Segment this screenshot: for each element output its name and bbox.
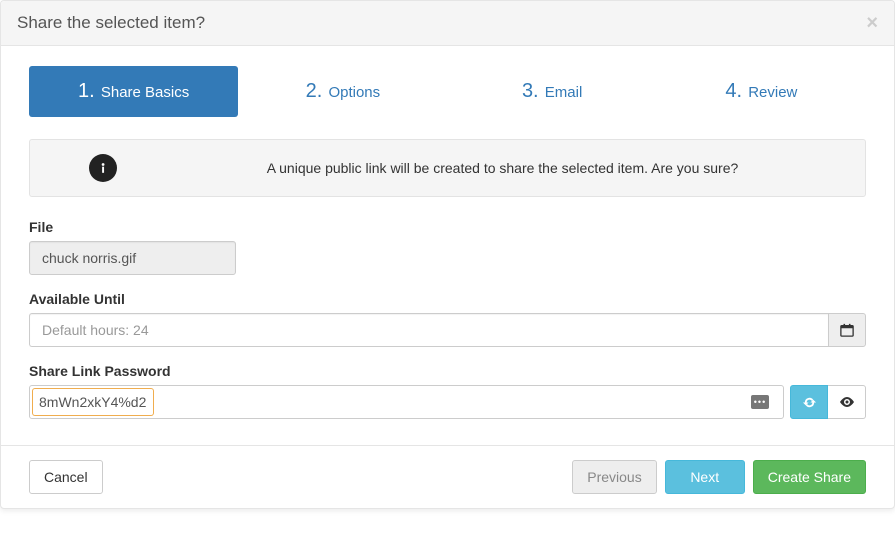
step-label: Review — [748, 84, 797, 101]
create-share-button[interactable]: Create Share — [753, 460, 866, 494]
step-number: 3. — [522, 80, 539, 102]
info-banner: A unique public link will be created to … — [29, 139, 866, 197]
password-strength-icon[interactable]: ••• — [751, 395, 769, 409]
file-label: File — [29, 219, 866, 235]
regenerate-password-icon[interactable] — [790, 385, 828, 419]
show-password-icon[interactable] — [828, 385, 866, 419]
calendar-icon[interactable] — [828, 313, 866, 347]
cancel-button[interactable]: Cancel — [29, 460, 103, 494]
file-input — [29, 241, 236, 275]
step-number: 2. — [306, 80, 323, 102]
info-icon — [48, 154, 158, 182]
step-options[interactable]: 2. Options — [238, 66, 447, 117]
step-share-basics[interactable]: 1. Share Basics — [29, 66, 238, 117]
available-until-label: Available Until — [29, 291, 866, 307]
dialog-body: 1. Share Basics 2. Options 3. Email 4. R… — [1, 46, 894, 445]
next-button[interactable]: Next — [665, 460, 745, 494]
step-label: Share Basics — [101, 84, 189, 101]
close-icon[interactable]: × — [866, 13, 878, 33]
password-input[interactable] — [33, 389, 153, 415]
step-number: 1. — [78, 80, 95, 102]
dialog-header: Share the selected item? × — [1, 1, 894, 46]
step-email[interactable]: 3. Email — [448, 66, 657, 117]
available-until-input[interactable] — [29, 313, 828, 347]
step-number: 4. — [725, 80, 742, 102]
dialog-title: Share the selected item? — [17, 13, 205, 33]
step-label: Email — [545, 84, 583, 101]
password-label: Share Link Password — [29, 363, 866, 379]
wizard-steps: 1. Share Basics 2. Options 3. Email 4. R… — [29, 66, 866, 117]
step-review[interactable]: 4. Review — [657, 66, 866, 117]
dialog-footer: Cancel Previous Next Create Share — [1, 445, 894, 508]
password-group: Share Link Password ••• — [29, 363, 866, 419]
share-dialog: Share the selected item? × 1. Share Basi… — [0, 0, 895, 509]
info-message: A unique public link will be created to … — [158, 160, 847, 176]
available-until-group: Available Until — [29, 291, 866, 347]
previous-button[interactable]: Previous — [572, 460, 656, 494]
step-label: Options — [328, 84, 380, 101]
file-group: File — [29, 219, 866, 275]
